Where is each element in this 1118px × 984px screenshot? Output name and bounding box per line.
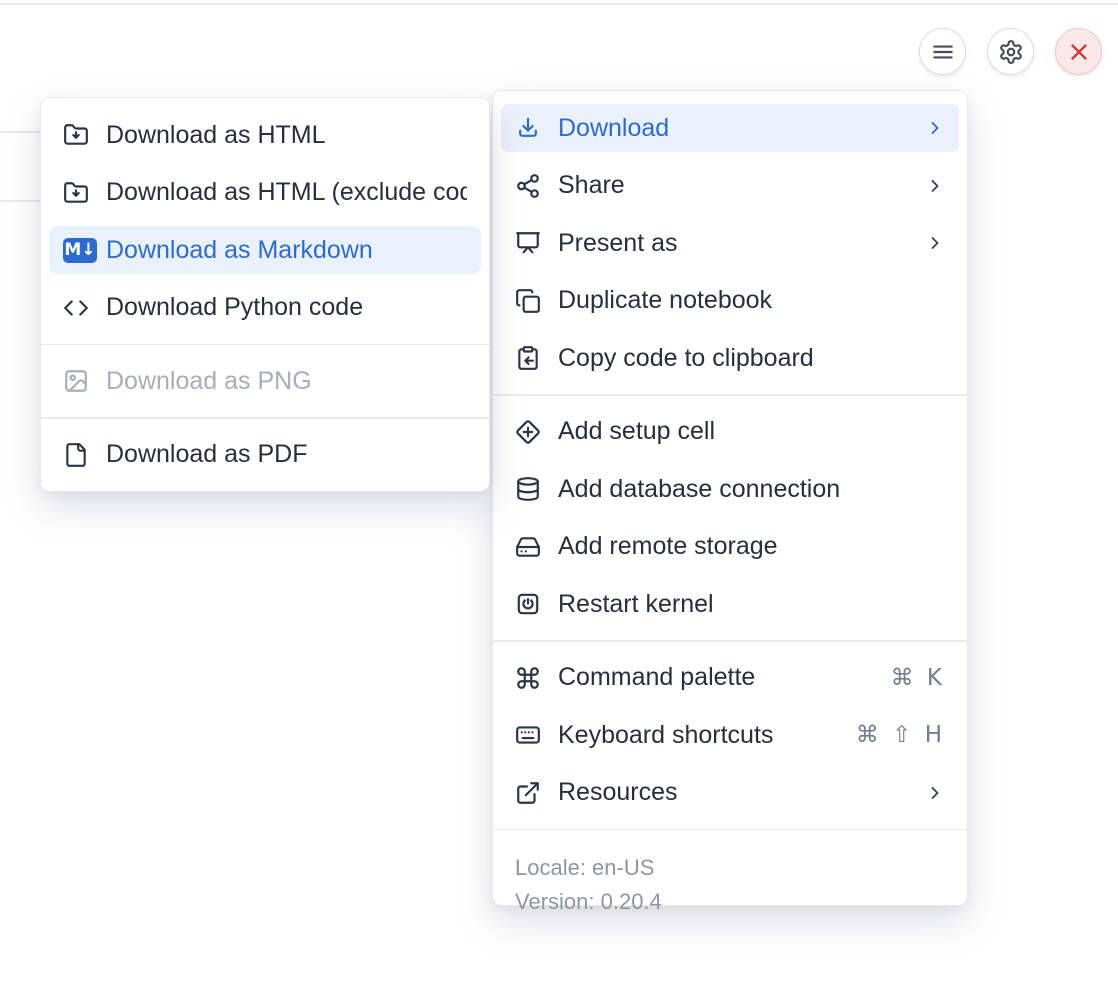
background-cell-divider bbox=[0, 200, 41, 202]
menu-item-label: Download as PDF bbox=[106, 440, 467, 469]
menu-item-download-as-png: Download as PNG bbox=[49, 357, 481, 405]
menu-item-copy-code[interactable]: Copy code to clipboard bbox=[501, 334, 959, 382]
menu-footer: Locale: en-US Version: 0.20.4 bbox=[501, 842, 959, 919]
image-icon bbox=[63, 368, 89, 394]
locale-info: Locale: en-US bbox=[515, 851, 953, 885]
menu-separator bbox=[493, 829, 967, 831]
folder-down-icon bbox=[63, 122, 89, 148]
hamburger-icon bbox=[930, 39, 956, 65]
version-info: Version: 0.20.4 bbox=[515, 885, 953, 919]
keyboard-icon bbox=[515, 722, 541, 748]
menu-item-add-remote-storage[interactable]: Add remote storage bbox=[501, 523, 959, 571]
chevron-right-icon bbox=[925, 118, 945, 138]
menu-item-download-as-html-exclude-code[interactable]: Download as HTML (exclude code) bbox=[49, 169, 481, 217]
menu-item-resources[interactable]: Resources bbox=[501, 769, 959, 817]
database-icon bbox=[515, 476, 541, 502]
download-icon bbox=[515, 115, 541, 141]
menu-separator bbox=[493, 394, 967, 396]
menu-item-label: Duplicate notebook bbox=[558, 286, 945, 315]
menu-item-label: Add database connection bbox=[558, 475, 945, 504]
code-icon bbox=[63, 295, 89, 321]
close-icon bbox=[1066, 39, 1092, 65]
clipboard-copy-icon bbox=[515, 345, 541, 371]
chevron-right-icon bbox=[925, 783, 945, 803]
menu-item-label: Download as Markdown bbox=[106, 236, 467, 265]
keyboard-shortcut-hint: ⌘ ⇧ H bbox=[856, 722, 945, 748]
power-square-icon bbox=[515, 591, 541, 617]
menu-item-label: Download Python code bbox=[106, 293, 467, 322]
menu-item-download-as-html[interactable]: Download as HTML bbox=[49, 111, 481, 159]
menu-item-label: Restart kernel bbox=[558, 590, 945, 619]
menu-item-command-palette[interactable]: Command palette ⌘ K bbox=[501, 654, 959, 702]
command-icon bbox=[515, 665, 541, 691]
presentation-icon bbox=[515, 230, 541, 256]
menu-item-add-database-connection[interactable]: Add database connection bbox=[501, 465, 959, 513]
menu-item-download[interactable]: Download bbox=[501, 104, 959, 152]
background-cell-divider bbox=[0, 131, 41, 133]
menu-item-present-as[interactable]: Present as bbox=[501, 219, 959, 267]
menu-item-duplicate-notebook[interactable]: Duplicate notebook bbox=[501, 277, 959, 325]
notebook-action-buttons bbox=[919, 28, 1102, 75]
menu-item-download-as-pdf[interactable]: Download as PDF bbox=[49, 431, 481, 479]
menu-item-label: Keyboard shortcuts bbox=[558, 721, 839, 750]
notebook-actions-menu: Download Share Present as Duplicate note… bbox=[492, 90, 968, 906]
menu-item-label: Share bbox=[558, 171, 908, 200]
folder-down-icon bbox=[63, 180, 89, 206]
duplicate-icon bbox=[515, 288, 541, 314]
hard-drive-icon bbox=[515, 534, 541, 560]
diamond-plus-icon bbox=[515, 419, 541, 445]
keyboard-shortcut-hint: ⌘ K bbox=[891, 665, 945, 691]
menu-item-label: Copy code to clipboard bbox=[558, 344, 945, 373]
menu-item-label: Add setup cell bbox=[558, 417, 945, 446]
markdown-download-badge-icon: M↓ bbox=[63, 238, 97, 263]
settings-button[interactable] bbox=[987, 28, 1034, 75]
menu-item-download-python-code[interactable]: Download Python code bbox=[49, 284, 481, 332]
external-link-icon bbox=[515, 780, 541, 806]
menu-item-label: Download as PNG bbox=[106, 367, 467, 396]
menu-item-label: Download bbox=[558, 114, 908, 143]
menu-item-label: Command palette bbox=[558, 663, 874, 692]
menu-item-download-as-markdown[interactable]: M↓ Download as Markdown bbox=[49, 226, 481, 274]
gear-icon bbox=[998, 39, 1024, 65]
chevron-right-icon bbox=[925, 233, 945, 253]
page-top-divider bbox=[0, 3, 1118, 5]
share-icon bbox=[515, 173, 541, 199]
menu-item-share[interactable]: Share bbox=[501, 162, 959, 210]
file-icon bbox=[63, 442, 89, 468]
menu-item-label: Download as HTML bbox=[106, 121, 467, 150]
download-submenu: Download as HTML Download as HTML (exclu… bbox=[40, 97, 490, 492]
menu-item-label: Add remote storage bbox=[558, 532, 945, 561]
menu-item-restart-kernel[interactable]: Restart kernel bbox=[501, 580, 959, 628]
chevron-right-icon bbox=[925, 176, 945, 196]
menu-item-add-setup-cell[interactable]: Add setup cell bbox=[501, 408, 959, 456]
menu-item-keyboard-shortcuts[interactable]: Keyboard shortcuts ⌘ ⇧ H bbox=[501, 711, 959, 759]
menu-button[interactable] bbox=[919, 28, 966, 75]
close-button[interactable] bbox=[1055, 28, 1102, 75]
menu-item-label: Download as HTML (exclude code) bbox=[106, 178, 467, 207]
menu-separator bbox=[493, 640, 967, 642]
menu-item-label: Present as bbox=[558, 229, 908, 258]
menu-item-label: Resources bbox=[558, 778, 908, 807]
menu-separator bbox=[41, 417, 489, 419]
menu-separator bbox=[41, 344, 489, 346]
